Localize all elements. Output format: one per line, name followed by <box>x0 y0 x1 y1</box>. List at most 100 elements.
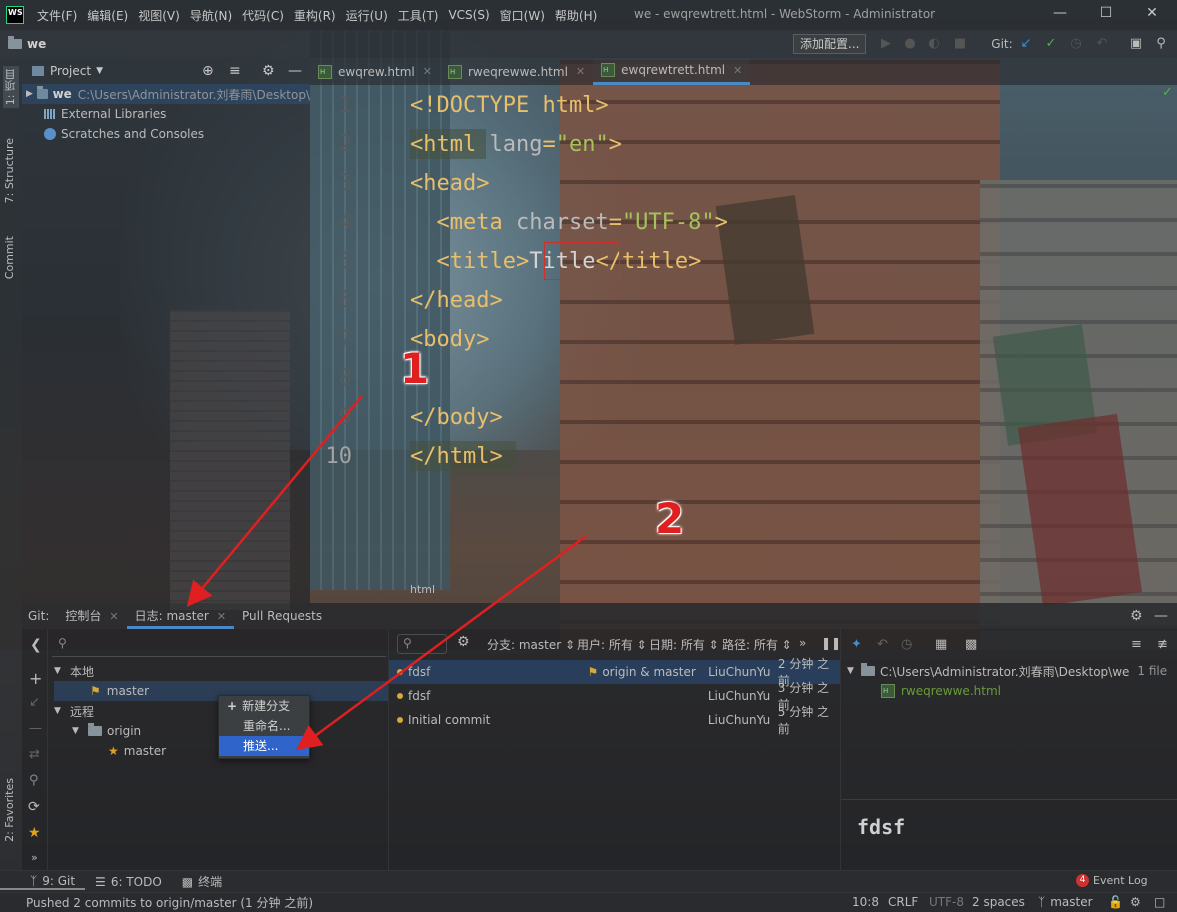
tab-console[interactable]: 控制台 ✕ <box>57 603 126 629</box>
delete-icon[interactable]: — <box>29 721 42 736</box>
filter-branch[interactable]: 分支: master ⇕ <box>487 636 575 653</box>
tool-window-structure[interactable]: 7: Structure <box>3 138 16 203</box>
history-icon[interactable]: ◷ <box>1068 36 1084 52</box>
expand-arrow-icon[interactable]: ▼ <box>54 706 70 716</box>
coverage-icon[interactable]: ◐ <box>926 36 942 52</box>
lock-icon[interactable]: 🔓 <box>1108 895 1123 909</box>
tree-item-external-libraries[interactable]: External Libraries <box>22 104 310 124</box>
expand-arrow-icon[interactable]: ▶ <box>26 89 37 99</box>
event-log-button[interactable]: 4 Event Log <box>1076 874 1148 887</box>
branch-search-input[interactable]: ⚲ <box>52 633 386 657</box>
changed-file-item[interactable]: rweqrewwe.html <box>881 681 1161 701</box>
tab-ewqrewtrett[interactable]: ewqrewtrett.html ✕ <box>593 58 751 85</box>
tool-window-terminal[interactable]: ▩ 终端 <box>172 873 232 890</box>
minimize-icon[interactable]: — <box>1050 5 1070 25</box>
filter-path[interactable]: 路径: 所有 ⇕ <box>722 636 792 653</box>
close-tab-icon[interactable]: ✕ <box>109 610 118 623</box>
group-by-icon[interactable]: ▦ <box>935 637 947 652</box>
changed-files-root[interactable]: ▼ C:\Users\Administrator.刘春雨\Desktop\we … <box>847 661 1177 681</box>
chevron-down-icon[interactable]: ▼ <box>96 66 103 76</box>
close-tab-icon[interactable]: ✕ <box>733 64 742 77</box>
tree-item-root[interactable]: ▶ we C:\Users\Administrator.刘春雨\Desktop\ <box>22 84 310 104</box>
tool-window-project[interactable]: 1: 项目 <box>3 66 19 109</box>
gear-icon[interactable]: ⚙ <box>1130 608 1143 624</box>
project-breadcrumb[interactable]: we <box>8 36 46 51</box>
chevron-left-icon[interactable]: ❮ <box>30 637 42 653</box>
menu-window[interactable]: 窗口(W) <box>495 7 550 24</box>
more-icon[interactable]: » <box>31 851 38 864</box>
inspector-icon[interactable]: ⚙ <box>1130 895 1141 909</box>
add-icon[interactable]: + <box>29 669 42 688</box>
filter-date[interactable]: 日期: 所有 ⇕ <box>649 636 719 653</box>
commit-row[interactable]: fdsf ⚑ origin & master LiuChunYu 2 分钟 之前 <box>389 657 841 688</box>
more-icon[interactable]: » <box>799 636 806 650</box>
stop-icon[interactable]: ■ <box>952 36 968 52</box>
tool-window-todo[interactable]: ☰ 6: TODO <box>85 875 172 889</box>
project-structure-icon[interactable]: ▣ <box>1128 36 1144 52</box>
filter-user[interactable]: 用户: 所有 ⇕ <box>577 636 647 653</box>
update-icon[interactable]: ↙ <box>29 695 40 710</box>
expand-arrow-icon[interactable]: ▼ <box>72 726 88 736</box>
status-message[interactable]: Pushed 2 commits to origin/master (1 分钟 … <box>0 894 313 911</box>
gear-icon[interactable]: ⚙ <box>262 63 275 79</box>
commit-icon[interactable]: ✓ <box>1043 36 1059 52</box>
menu-run[interactable]: 运行(U) <box>341 7 393 24</box>
rollback-icon[interactable]: ↶ <box>1094 36 1110 52</box>
collapse-all-icon[interactable]: ≢ <box>1157 637 1168 652</box>
debug-icon[interactable]: ● <box>902 36 918 52</box>
menu-vcs[interactable]: VCS(S) <box>443 8 494 22</box>
search-icon[interactable]: ⚲ <box>29 773 39 788</box>
pause-icon[interactable]: ❚❚ <box>821 636 841 650</box>
close-tab-icon[interactable]: ✕ <box>217 610 226 623</box>
expand-arrow-icon[interactable]: ▼ <box>847 666 861 676</box>
hide-panel-icon[interactable]: — <box>1154 608 1168 624</box>
tree-item-scratches[interactable]: Scratches and Consoles <box>22 124 310 144</box>
expand-arrow-icon[interactable]: ▼ <box>54 666 70 676</box>
menu-view[interactable]: 视图(V) <box>133 7 185 24</box>
menu-rename[interactable]: 重命名... <box>219 716 309 736</box>
tab-rweqrewwe[interactable]: rweqrewwe.html ✕ <box>440 58 593 85</box>
memory-indicator-icon[interactable]: □ <box>1154 895 1165 909</box>
expand-all-icon[interactable]: ≡ <box>1131 637 1142 652</box>
menu-help[interactable]: 帮助(H) <box>550 7 602 24</box>
locate-file-icon[interactable]: ⊕ <box>202 63 214 79</box>
line-separator[interactable]: CRLF <box>888 895 918 909</box>
menu-file[interactable]: 文件(F) <box>32 7 82 24</box>
refresh-icon[interactable]: ⟳ <box>28 799 40 815</box>
editor-breadcrumb[interactable]: html <box>410 583 435 596</box>
commit-row[interactable]: Initial commit LiuChunYu 5 分钟 之前 <box>389 705 841 736</box>
close-tab-icon[interactable]: ✕ <box>576 65 585 78</box>
tool-window-git[interactable]: ᛉ 9: Git <box>0 874 86 890</box>
close-icon[interactable]: ✕ <box>1142 5 1162 25</box>
tab-pull-requests[interactable]: Pull Requests <box>234 603 330 629</box>
rollback-icon[interactable]: ↶ <box>877 637 888 652</box>
cherry-pick-icon[interactable]: ✦ <box>851 637 862 652</box>
git-branch-widget[interactable]: ᛉ master <box>1038 895 1093 909</box>
search-everywhere-icon[interactable]: ⚲ <box>1153 36 1169 52</box>
add-configuration-button[interactable]: 添加配置... <box>793 34 867 54</box>
tab-log-master[interactable]: 日志: master ✕ <box>126 603 235 629</box>
maximize-icon[interactable]: ☐ <box>1096 5 1116 25</box>
tool-window-commit[interactable]: Commit <box>3 236 16 279</box>
branch-group-local[interactable]: ▼ 本地 <box>54 661 384 681</box>
menu-code[interactable]: 代码(C) <box>237 7 289 24</box>
log-search-input[interactable]: ⚲ <box>397 634 447 654</box>
menu-push[interactable]: 推送... <box>219 736 309 756</box>
indent-setting[interactable]: 2 spaces <box>972 895 1025 909</box>
tab-ewqrew[interactable]: ewqrew.html ✕ <box>310 58 440 85</box>
menu-new-branch[interactable]: + 新建分支 <box>219 696 309 716</box>
star-icon[interactable]: ★ <box>28 825 41 841</box>
update-project-icon[interactable]: ↙ <box>1018 36 1034 52</box>
compare-icon[interactable]: ⇄ <box>29 747 40 762</box>
menu-tools[interactable]: 工具(T) <box>393 7 444 24</box>
gear-icon[interactable]: ⚙ <box>457 634 470 650</box>
inspection-ok-icon[interactable]: ✓ <box>1162 85 1173 100</box>
commit-row[interactable]: fdsf LiuChunYu 3 分钟 之前 <box>389 681 841 712</box>
tool-window-favorites[interactable]: 2: Favorites <box>3 778 16 842</box>
menu-refactor[interactable]: 重构(R) <box>289 7 341 24</box>
history-icon[interactable]: ◷ <box>901 637 912 652</box>
close-tab-icon[interactable]: ✕ <box>423 65 432 78</box>
run-icon[interactable]: ▶ <box>878 36 894 52</box>
menu-edit[interactable]: 编辑(E) <box>82 7 133 24</box>
code-editor[interactable]: 1 2 3 4 5 6 7 8 9 10 <!DOCTYPE html> <ht… <box>310 85 1177 603</box>
